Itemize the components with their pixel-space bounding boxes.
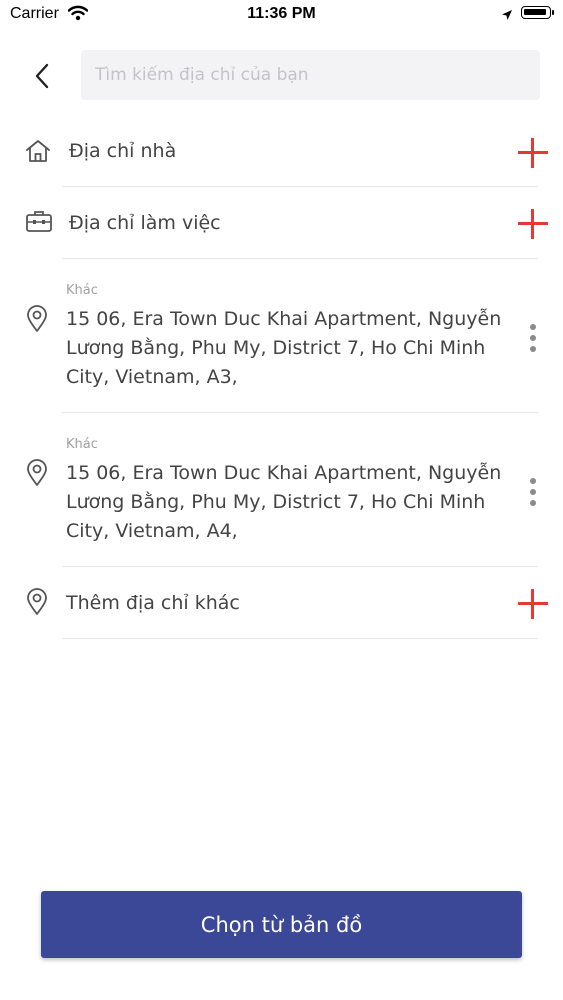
dot-icon — [530, 346, 536, 352]
location-pin-icon — [25, 588, 49, 620]
divider — [62, 186, 538, 187]
address-caption: Khác — [66, 283, 98, 298]
add-other-address-row[interactable]: Thêm địa chỉ khác — [0, 568, 563, 638]
more-options-button[interactable] — [522, 474, 544, 510]
clock: 11:36 PM — [247, 5, 316, 22]
add-other-address-label: Thêm địa chỉ khác — [66, 592, 240, 614]
home-address-row[interactable]: Địa chỉ nhà — [0, 120, 563, 186]
dot-icon — [530, 489, 536, 495]
divider — [62, 412, 538, 413]
dot-icon — [530, 335, 536, 341]
divider — [62, 638, 538, 639]
back-button[interactable] — [22, 56, 62, 96]
work-address-row[interactable]: Địa chỉ làm việc — [0, 188, 563, 258]
add-home-address-button[interactable] — [516, 136, 550, 170]
dot-icon — [530, 500, 536, 506]
add-other-address-button[interactable] — [516, 587, 550, 621]
choose-from-map-button[interactable]: Chọn từ bản đồ — [41, 891, 522, 958]
dot-icon — [530, 478, 536, 484]
divider — [62, 258, 538, 259]
briefcase-icon — [25, 208, 53, 238]
address-text: 15 06, Era Town Duc Khai Apartment, Nguy… — [66, 462, 502, 542]
more-options-button[interactable] — [522, 320, 544, 356]
address-caption: Khác — [66, 437, 98, 452]
location-pin-icon — [25, 305, 49, 337]
status-bar: Carrier 11:36 PM — [0, 0, 563, 30]
search-box[interactable] — [81, 50, 540, 100]
battery-icon — [521, 6, 554, 19]
search-input[interactable] — [81, 50, 540, 100]
saved-address-item[interactable]: Khác 15 06, Era Town Duc Khai Apartment,… — [0, 414, 563, 566]
work-address-label: Địa chỉ làm việc — [69, 212, 221, 234]
add-work-address-button[interactable] — [516, 207, 550, 241]
dot-icon — [530, 324, 536, 330]
saved-address-item[interactable]: Khác 15 06, Era Town Duc Khai Apartment,… — [0, 260, 563, 412]
location-arrow-icon — [501, 6, 513, 25]
location-pin-icon — [25, 459, 49, 491]
home-address-label: Địa chỉ nhà — [69, 140, 177, 162]
chevron-left-icon — [35, 63, 49, 89]
address-text: 15 06, Era Town Duc Khai Apartment, Nguy… — [66, 308, 502, 388]
divider — [62, 566, 538, 567]
home-icon — [25, 138, 51, 168]
